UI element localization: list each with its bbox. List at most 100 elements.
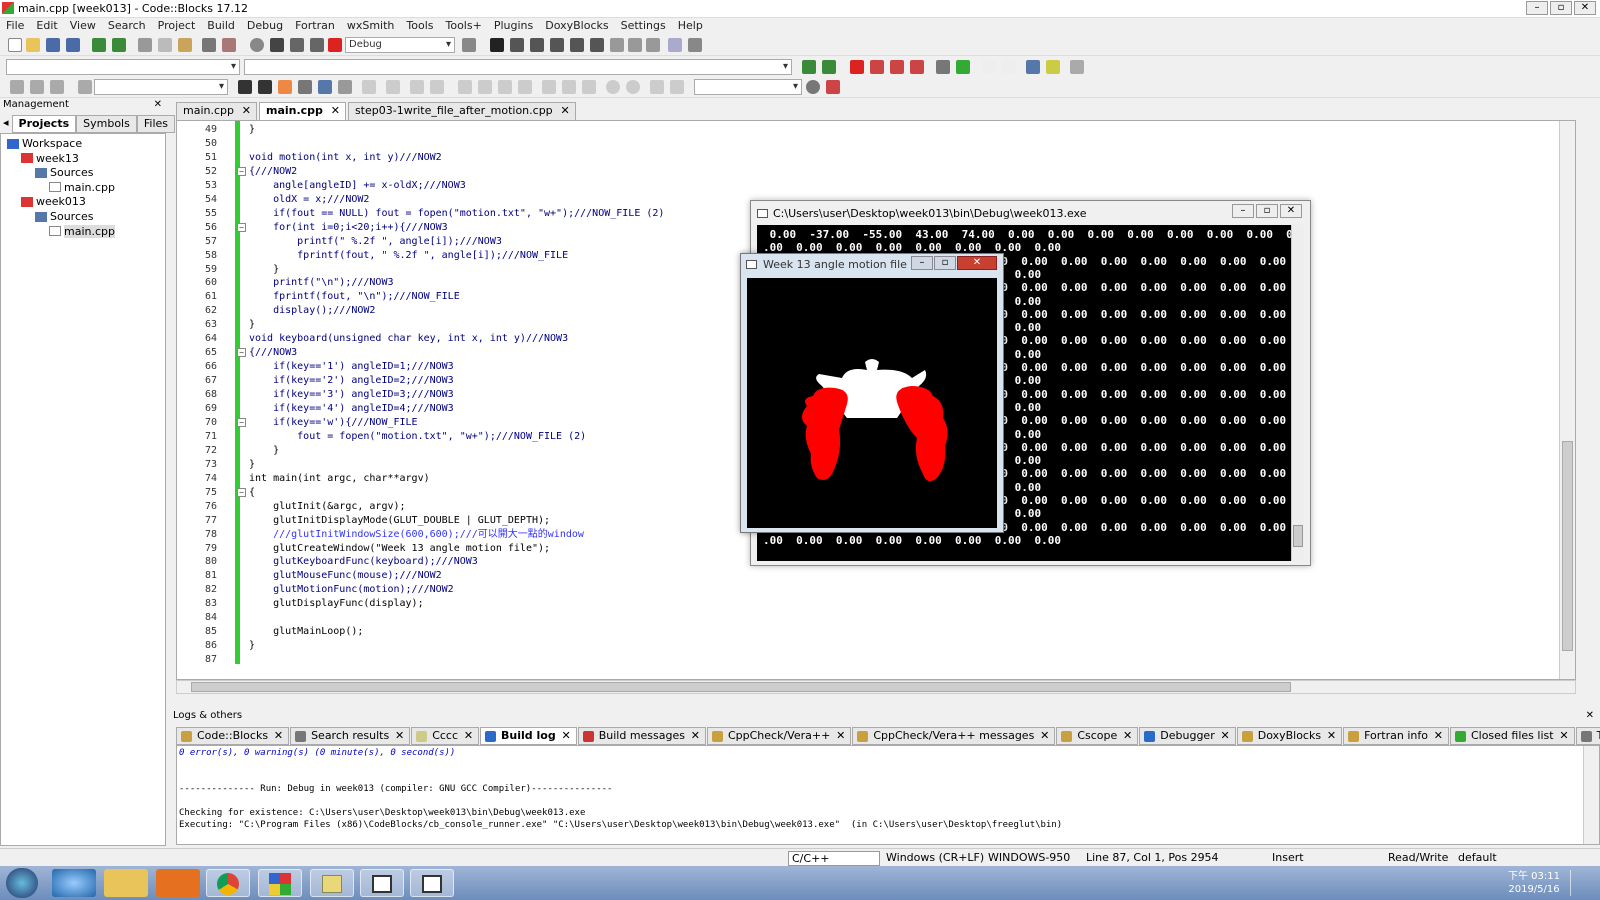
- stop-debug-icon[interactable]: [646, 38, 660, 52]
- align-expand-icon[interactable]: [518, 80, 532, 94]
- save-icon[interactable]: [46, 38, 60, 52]
- widget-frame-icon[interactable]: [386, 80, 400, 94]
- tab-close-icon[interactable]: ✕: [561, 728, 570, 744]
- tab-close-icon[interactable]: ✕: [274, 728, 283, 744]
- menu-plugins[interactable]: Plugins: [488, 18, 539, 34]
- bookmark-toggle-icon[interactable]: [850, 60, 864, 74]
- pointer-icon[interactable]: [362, 80, 376, 94]
- step-into-icon[interactable]: [550, 38, 564, 52]
- codeblocks-task-icon[interactable]: [258, 869, 302, 897]
- log-tab[interactable]: DoxyBlocks ✕: [1236, 727, 1343, 745]
- layout-right-icon[interactable]: [582, 80, 596, 94]
- tab-scroll-left-icon[interactable]: ◂: [0, 115, 12, 133]
- project-task-icon[interactable]: [310, 869, 354, 897]
- symbol-select[interactable]: [694, 79, 802, 95]
- glut-canvas[interactable]: [747, 278, 997, 528]
- menu-build[interactable]: Build: [201, 18, 241, 34]
- nav-forward-icon[interactable]: [50, 80, 64, 94]
- tab-close-icon[interactable]: ✕: [1040, 728, 1049, 744]
- redo-icon[interactable]: [112, 38, 126, 52]
- tab-close-icon[interactable]: ✕: [395, 728, 404, 744]
- minimize-button[interactable]: –: [1526, 1, 1548, 15]
- widget-panel-icon[interactable]: [410, 80, 424, 94]
- editor-vertical-scrollbar[interactable]: [1559, 121, 1575, 679]
- menu-tools[interactable]: Tools: [400, 18, 439, 34]
- step-out-icon[interactable]: [570, 38, 584, 52]
- explorer-task-icon[interactable]: [104, 869, 148, 897]
- goto-search-icon[interactable]: [806, 80, 820, 94]
- tree-item[interactable]: week13: [21, 152, 79, 165]
- build-run-icon[interactable]: [290, 38, 304, 52]
- search-clear-icon[interactable]: [78, 80, 92, 94]
- tab-close-icon[interactable]: ✕: [691, 728, 700, 744]
- editor-tab[interactable]: step03-1write_file_after_motion.cpp ✕: [347, 102, 576, 120]
- cut-icon[interactable]: [138, 38, 152, 52]
- menu-fortran[interactable]: Fortran: [289, 18, 341, 34]
- menu-view[interactable]: View: [64, 18, 102, 34]
- close-button[interactable]: ✕: [1574, 1, 1596, 15]
- tab-symbols[interactable]: Symbols: [76, 115, 137, 133]
- log-scrollbar[interactable]: [1583, 746, 1599, 844]
- tab-close-icon[interactable]: ✕: [560, 103, 569, 119]
- log-tab[interactable]: Fortran info ✕: [1343, 727, 1449, 745]
- regex-icon[interactable]: [318, 80, 332, 94]
- bookmark-next-icon[interactable]: [890, 60, 904, 74]
- tree-item[interactable]: Workspace: [7, 137, 82, 150]
- console-maximize-button[interactable]: ▫: [1256, 204, 1278, 218]
- rebuild-icon[interactable]: [310, 38, 324, 52]
- incremental-search-input[interactable]: [94, 79, 228, 95]
- next-instruction-icon[interactable]: [590, 38, 604, 52]
- jump-back-icon[interactable]: [802, 60, 816, 74]
- tab-close-icon[interactable]: ✕: [836, 728, 845, 744]
- tab-close-icon[interactable]: ✕: [1327, 728, 1336, 744]
- scope-select[interactable]: [6, 59, 240, 75]
- menu-wxsmith[interactable]: wxSmith: [341, 18, 401, 34]
- debug-info-icon[interactable]: [688, 38, 702, 52]
- wrench-icon[interactable]: [1070, 60, 1084, 74]
- log-tab[interactable]: Closed files list ✕: [1449, 727, 1575, 745]
- doxy-extract-icon[interactable]: [956, 60, 970, 74]
- match-case-icon[interactable]: [338, 80, 352, 94]
- pause-icon[interactable]: [628, 38, 642, 52]
- log-tab[interactable]: Cccc ✕: [411, 727, 480, 745]
- tab-close-icon[interactable]: ✕: [1221, 728, 1230, 744]
- menu-edit[interactable]: Edit: [30, 18, 63, 34]
- log-tab[interactable]: Code::Blocks ✕: [176, 727, 290, 745]
- fold-toggle-icon[interactable]: −: [237, 222, 246, 232]
- highlight-icon[interactable]: [278, 80, 292, 94]
- tree-item[interactable]: week013: [21, 195, 86, 208]
- menu-project[interactable]: Project: [152, 18, 202, 34]
- run-to-cursor-icon[interactable]: [510, 38, 524, 52]
- chm-docs-icon[interactable]: [1046, 60, 1060, 74]
- nav-back-icon[interactable]: [10, 80, 24, 94]
- arrow-right-icon[interactable]: [258, 80, 272, 94]
- copy-icon[interactable]: [158, 38, 172, 52]
- glut-window[interactable]: Week 13 angle motion file – ▫ ✕: [740, 253, 1004, 533]
- next-line-icon[interactable]: [530, 38, 544, 52]
- editor-tab[interactable]: main.cpp ✕: [176, 102, 257, 120]
- log-tab[interactable]: Build log ✕: [480, 727, 577, 745]
- align-top-icon[interactable]: [458, 80, 472, 94]
- debug-start-icon[interactable]: [490, 38, 504, 52]
- log-tab[interactable]: CppCheck/Vera++ messages ✕: [852, 727, 1056, 745]
- open-icon[interactable]: [26, 38, 40, 52]
- save-all-icon[interactable]: [66, 38, 80, 52]
- abort-icon[interactable]: [328, 38, 342, 52]
- log-tab[interactable]: Build messages ✕: [577, 727, 706, 745]
- menu-settings[interactable]: Settings: [615, 18, 672, 34]
- console-close-button[interactable]: ✕: [1280, 204, 1302, 218]
- line-comment-icon[interactable]: [1002, 60, 1016, 74]
- menu-help[interactable]: Help: [672, 18, 709, 34]
- html-docs-icon[interactable]: [1026, 60, 1040, 74]
- run-icon[interactable]: [270, 38, 284, 52]
- menu-doxyblocks[interactable]: DoxyBlocks: [539, 18, 614, 34]
- menu-debug[interactable]: Debug: [241, 18, 289, 34]
- function-select[interactable]: [244, 59, 792, 75]
- replace-icon[interactable]: [222, 38, 236, 52]
- fold-toggle-icon[interactable]: −: [237, 487, 246, 497]
- glut-task-icon[interactable]: [410, 869, 454, 897]
- tab-projects[interactable]: Projects: [11, 115, 77, 133]
- goto-symbol-icon[interactable]: [826, 80, 840, 94]
- tab-close-icon[interactable]: ✕: [1123, 728, 1132, 744]
- target-dialog-icon[interactable]: [462, 38, 476, 52]
